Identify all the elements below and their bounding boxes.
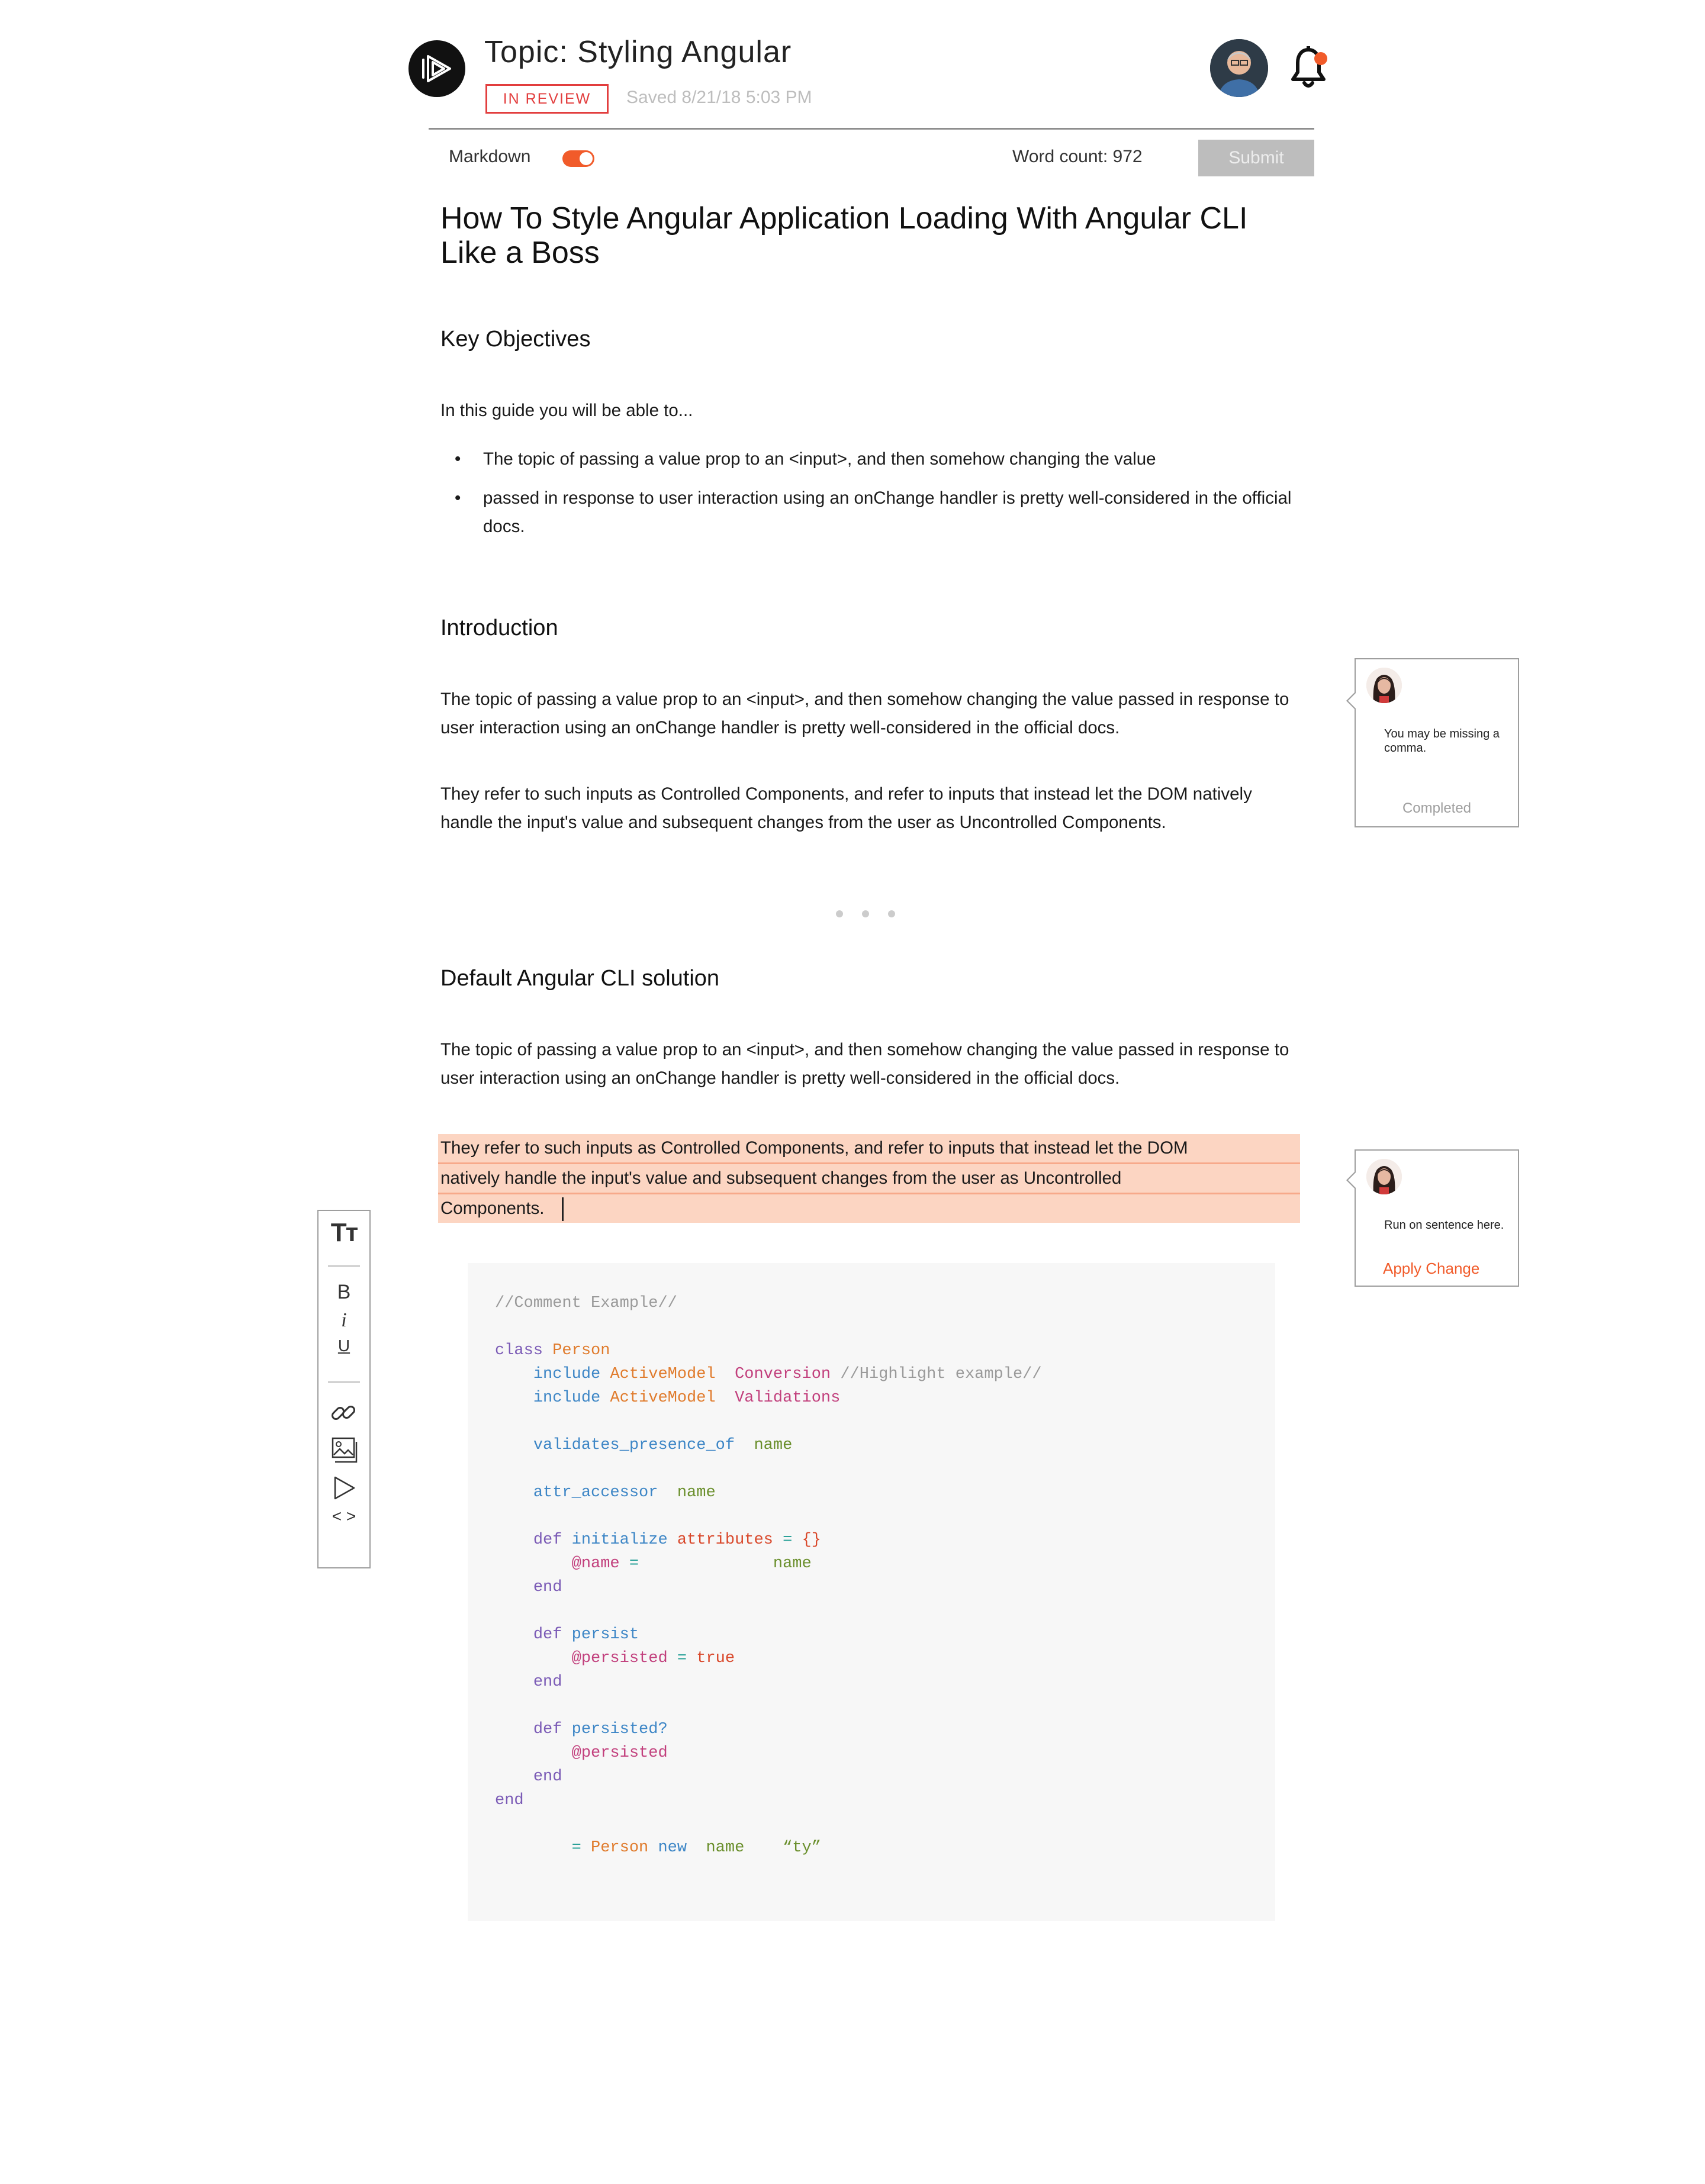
heading-default-cli[interactable]: Default Angular CLI solution (440, 966, 719, 991)
code-symbol: name (706, 1839, 745, 1857)
list-item[interactable]: The topic of passing a value prop to an … (455, 445, 1295, 473)
code-hash: {} (802, 1531, 821, 1549)
code-comment: //Highlight example// (840, 1365, 1042, 1383)
user-avatar[interactable] (1210, 39, 1268, 97)
code-keyword: def (533, 1626, 562, 1644)
highlighted-paragraph[interactable]: They refer to such inputs as Controlled … (438, 1134, 1300, 1223)
bold-icon[interactable]: B (319, 1281, 369, 1304)
code-keyword: new (658, 1839, 687, 1857)
code-class-name: Person (591, 1839, 649, 1857)
comment-text: Run on sentence here. (1384, 1219, 1504, 1232)
code-module: Conversion (735, 1365, 831, 1383)
saved-timestamp: Saved 8/21/18 5:03 PM (626, 88, 812, 107)
list-item[interactable]: passed in response to user interaction u… (455, 484, 1295, 541)
video-icon[interactable] (332, 1475, 358, 1501)
notification-dot (1314, 52, 1327, 65)
code-operator: = (629, 1555, 639, 1573)
image-icon[interactable] (330, 1436, 359, 1464)
code-operator: = (783, 1531, 793, 1549)
code-block[interactable]: //Comment Example// class Person include… (468, 1263, 1275, 1921)
code-class-name: Person (552, 1342, 610, 1360)
comment-text: You may be missing a comma. (1384, 727, 1500, 755)
code-keyword: def (533, 1721, 562, 1738)
code-operator: = (571, 1839, 581, 1857)
text-size-icon[interactable]: Tт (319, 1218, 369, 1248)
code-symbol: name (773, 1555, 812, 1573)
submit-button[interactable]: Submit (1198, 140, 1314, 176)
word-count: Word count: 972 (1012, 147, 1143, 166)
highlight-line: natively handle the input's value and su… (438, 1164, 1300, 1194)
code-keyword: end (533, 1673, 562, 1691)
intro-paragraph-1[interactable]: The topic of passing a value prop to an … (440, 685, 1305, 742)
code-keyword: end (495, 1792, 524, 1809)
code-comment: //Comment Example// (495, 1294, 677, 1312)
code-icon[interactable]: < > (319, 1507, 369, 1526)
status-badge: IN REVIEW (485, 84, 609, 114)
apply-change-button[interactable]: Apply Change (1383, 1259, 1479, 1278)
toggle-knob (578, 151, 594, 166)
commenter-avatar (1366, 1159, 1402, 1194)
comment-status: Completed (1402, 800, 1472, 816)
play-logo-icon (422, 55, 451, 82)
objectives-intro[interactable]: In this guide you will be able to... (440, 397, 1305, 425)
code-ivar: @persisted (571, 1744, 668, 1762)
highlight-line: Components. (438, 1194, 1300, 1223)
commenter-photo (1366, 668, 1402, 703)
heading-key-objectives[interactable]: Key Objectives (440, 327, 590, 352)
highlight-line: They refer to such inputs as Controlled … (438, 1134, 1300, 1164)
section-separator (836, 910, 895, 917)
objectives-list: The topic of passing a value prop to an … (455, 445, 1295, 552)
header-divider (429, 128, 1314, 130)
comment-card[interactable]: Run on sentence here. Apply Change (1346, 1149, 1519, 1287)
commenter-photo (1366, 1159, 1402, 1194)
code-ivar: @persisted (571, 1650, 668, 1667)
document-title[interactable]: How To Style Angular Application Loading… (440, 201, 1305, 270)
code-symbol: name (754, 1436, 793, 1454)
app-logo[interactable] (408, 40, 465, 97)
markdown-toggle[interactable] (562, 150, 594, 167)
code-method: persisted? (571, 1721, 668, 1738)
underline-icon[interactable]: U (319, 1336, 369, 1355)
code-method: attr_accessor (533, 1484, 658, 1502)
cli-paragraph[interactable]: The topic of passing a value prop to an … (440, 1036, 1305, 1093)
code-keyword: end (533, 1579, 562, 1596)
code-param: attributes (677, 1531, 773, 1549)
code-content: //Comment Example// class Person include… (495, 1291, 1042, 1860)
avatar-photo (1210, 39, 1268, 97)
link-icon[interactable] (329, 1398, 359, 1428)
text-cursor (562, 1197, 564, 1222)
code-keyword: end (533, 1768, 562, 1786)
code-keyword: include (533, 1365, 601, 1383)
comment-card[interactable]: You may be missing a comma. Completed (1346, 658, 1519, 827)
topic-title: Topic: Styling Angular (484, 35, 792, 69)
format-toolbar: Tт B i U < > (317, 1210, 371, 1568)
code-method: initialize (571, 1531, 668, 1549)
code-method: persist (571, 1626, 639, 1644)
code-module: ActiveModel (610, 1389, 716, 1407)
code-operator: = (677, 1650, 687, 1667)
toolbar-divider (328, 1381, 360, 1383)
code-keyword: def (533, 1531, 562, 1549)
commenter-avatar (1366, 668, 1402, 703)
italic-icon[interactable]: i (319, 1309, 369, 1332)
markdown-label: Markdown (449, 147, 531, 166)
code-method: validates_presence_of (533, 1436, 735, 1454)
code-keyword: include (533, 1389, 601, 1407)
code-module: ActiveModel (610, 1365, 716, 1383)
code-module: Validations (735, 1389, 841, 1407)
intro-paragraph-2[interactable]: They refer to such inputs as Controlled … (440, 780, 1305, 837)
toolbar-divider (328, 1265, 360, 1267)
code-string: “ty” (783, 1839, 821, 1857)
code-boolean: true (696, 1650, 735, 1667)
highlight-line-text: Components. (440, 1199, 545, 1218)
heading-introduction[interactable]: Introduction (440, 616, 558, 641)
code-keyword: class (495, 1342, 543, 1360)
code-ivar: @name (571, 1555, 620, 1573)
code-symbol: name (677, 1484, 716, 1502)
